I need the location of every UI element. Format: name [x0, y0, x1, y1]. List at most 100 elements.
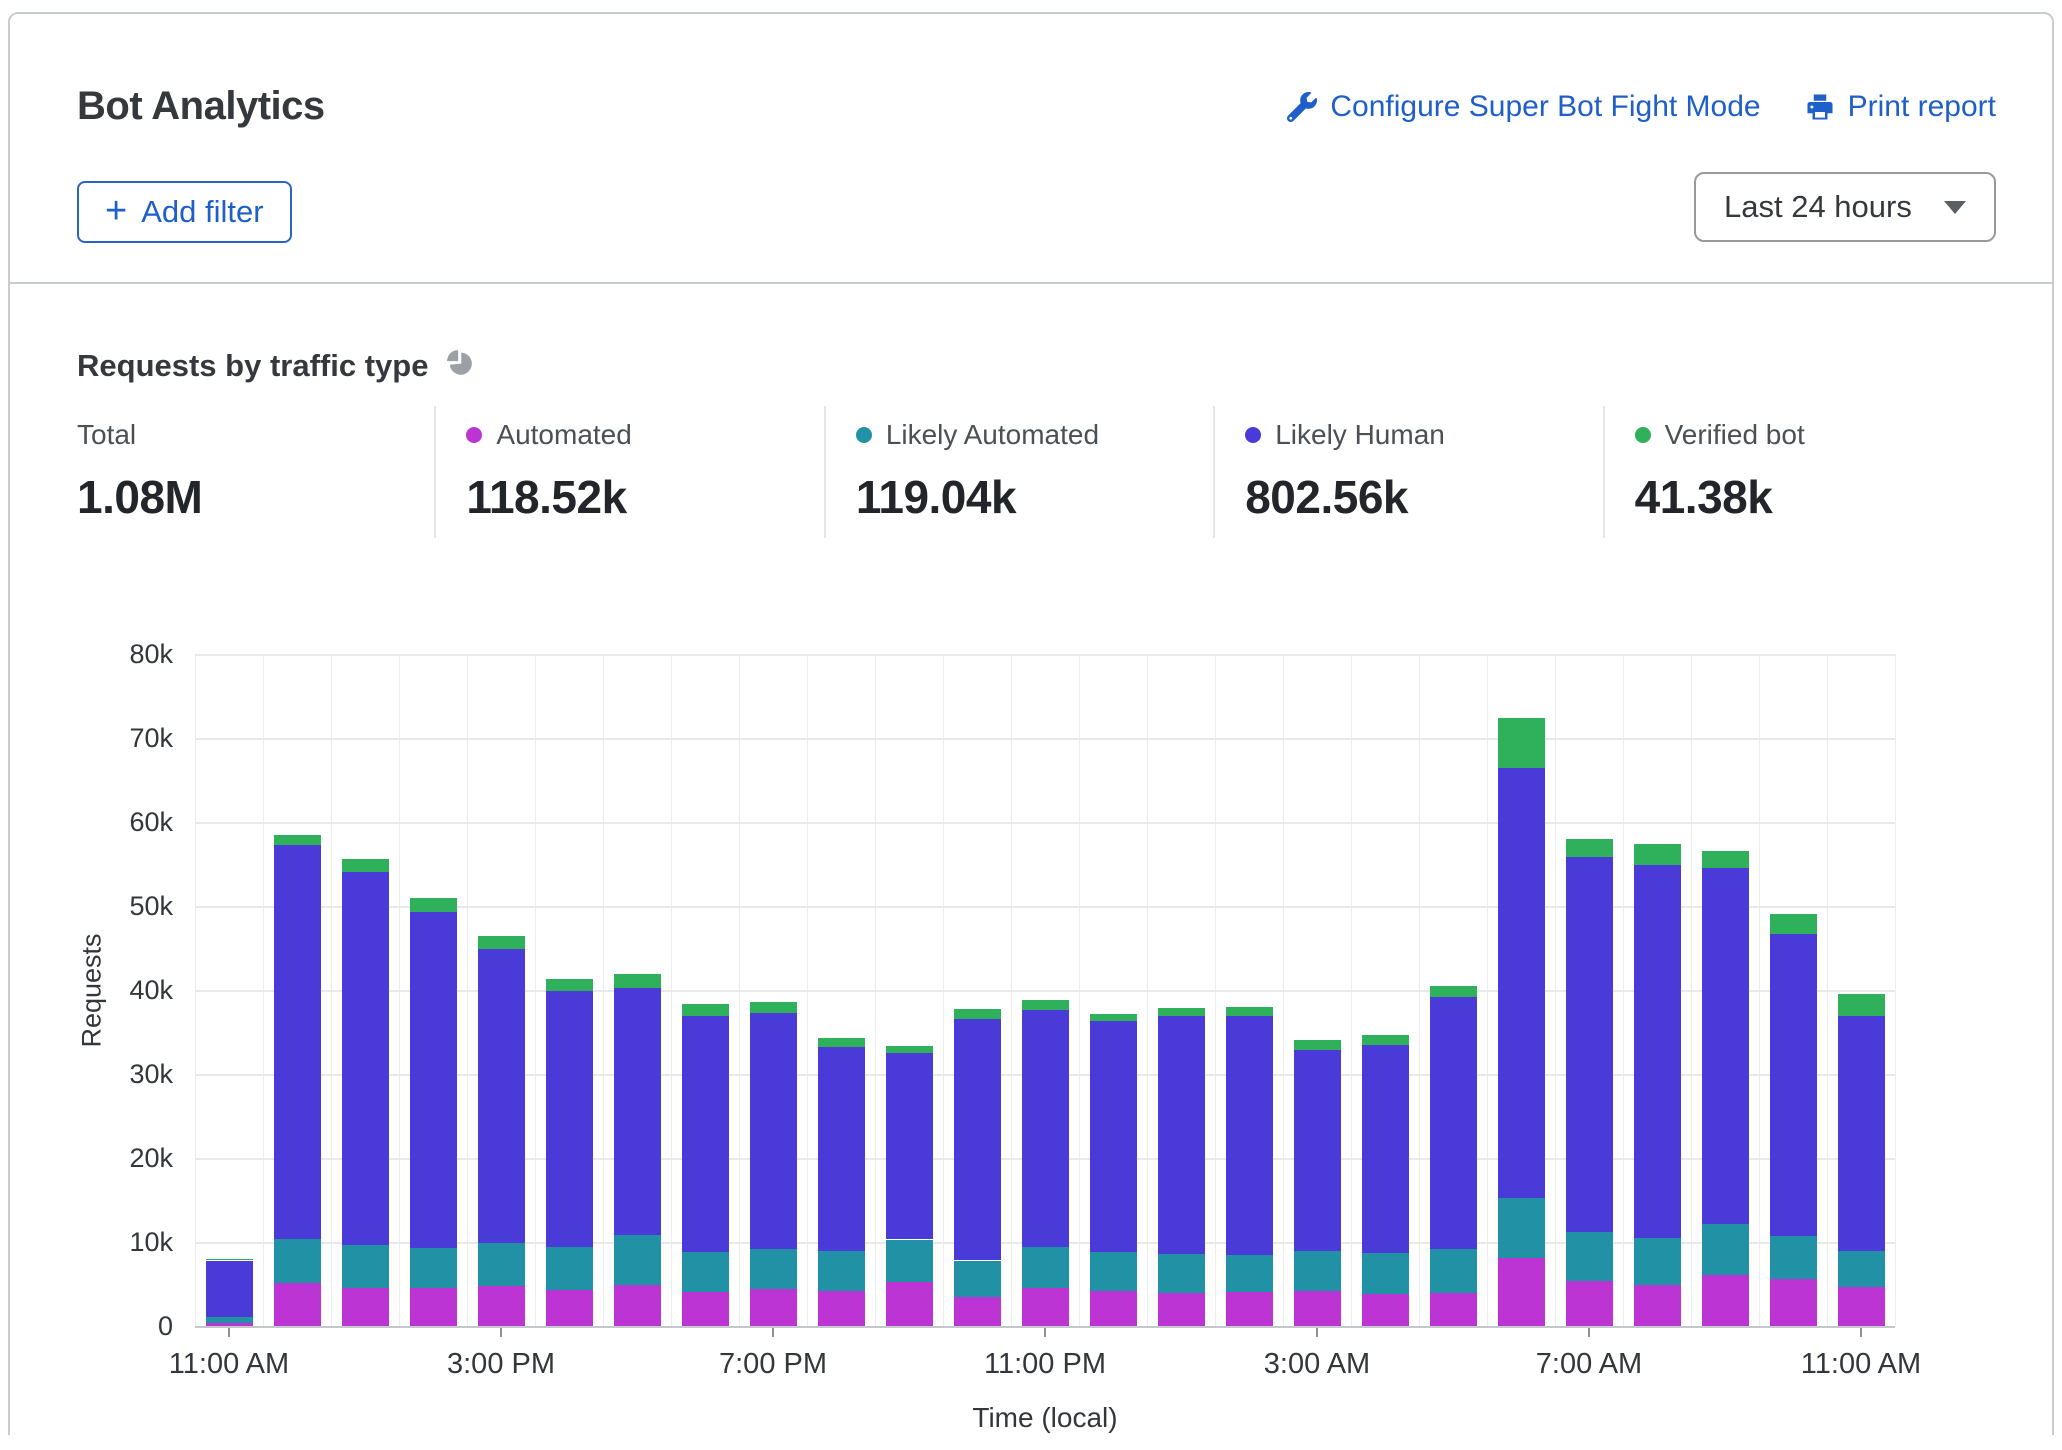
bar-segment-verified-bot[interactable] — [1770, 914, 1817, 933]
bar-segment-likely-automated[interactable] — [546, 1247, 593, 1290]
bar-segment-likely-human[interactable] — [1430, 997, 1477, 1249]
bar-segment-likely-human[interactable] — [1226, 1016, 1273, 1255]
bar-segment-automated[interactable] — [1430, 1293, 1477, 1326]
bar-segment-automated[interactable] — [1770, 1279, 1817, 1326]
bar-segment-verified-bot[interactable] — [682, 1004, 729, 1016]
bar-segment-likely-human[interactable] — [546, 991, 593, 1247]
stat-verified-bot[interactable]: Verified bot41.38k — [1603, 406, 1992, 538]
bar-segment-likely-automated[interactable] — [1498, 1198, 1545, 1258]
bar-segment-automated[interactable] — [1226, 1292, 1273, 1326]
print-report-link[interactable]: Print report — [1805, 90, 1996, 124]
bar-segment-verified-bot[interactable] — [1090, 1014, 1137, 1022]
bar-segment-automated[interactable] — [954, 1297, 1001, 1326]
bar-segment-likely-human[interactable] — [1294, 1050, 1341, 1252]
bar-segment-verified-bot[interactable] — [1838, 994, 1885, 1016]
bar-segment-likely-automated[interactable] — [1294, 1251, 1341, 1290]
bar-segment-verified-bot[interactable] — [1158, 1008, 1205, 1016]
bar-segment-likely-human[interactable] — [1158, 1016, 1205, 1254]
bar-segment-likely-automated[interactable] — [1634, 1238, 1681, 1285]
bar-segment-verified-bot[interactable] — [886, 1046, 933, 1053]
time-range-dropdown[interactable]: Last 24 hours — [1694, 172, 1996, 242]
bar-segment-likely-automated[interactable] — [1226, 1255, 1273, 1292]
bar-segment-likely-human[interactable] — [274, 845, 321, 1239]
bar-segment-verified-bot[interactable] — [614, 974, 661, 988]
bar-segment-likely-human[interactable] — [1702, 868, 1749, 1223]
bar-segment-automated[interactable] — [342, 1288, 389, 1326]
bar-segment-automated[interactable] — [1838, 1287, 1885, 1326]
bar-segment-automated[interactable] — [682, 1292, 729, 1326]
bar-segment-likely-automated[interactable] — [954, 1261, 1001, 1297]
bar-segment-likely-automated[interactable] — [682, 1252, 729, 1292]
bar-segment-verified-bot[interactable] — [1022, 1000, 1069, 1010]
bar-segment-likely-human[interactable] — [478, 949, 525, 1243]
bar-segment-likely-human[interactable] — [954, 1019, 1001, 1261]
bar-segment-automated[interactable] — [478, 1286, 525, 1326]
bar-segment-automated[interactable] — [546, 1290, 593, 1326]
bar-segment-automated[interactable] — [1090, 1291, 1137, 1326]
bar-segment-verified-bot[interactable] — [1498, 718, 1545, 768]
bar-segment-likely-automated[interactable] — [342, 1245, 389, 1288]
bar-segment-likely-automated[interactable] — [206, 1317, 253, 1323]
bar-segment-likely-human[interactable] — [818, 1047, 865, 1251]
bar-segment-likely-human[interactable] — [342, 872, 389, 1245]
bar-segment-likely-automated[interactable] — [1838, 1251, 1885, 1286]
bar-segment-verified-bot[interactable] — [546, 979, 593, 991]
bar-segment-likely-human[interactable] — [614, 988, 661, 1235]
bar-segment-verified-bot[interactable] — [1226, 1007, 1273, 1016]
bar-segment-likely-human[interactable] — [206, 1261, 253, 1317]
bar-segment-verified-bot[interactable] — [818, 1038, 865, 1047]
bar-segment-automated[interactable] — [1362, 1294, 1409, 1326]
bar-segment-likely-human[interactable] — [410, 912, 457, 1248]
bar-segment-automated[interactable] — [750, 1289, 797, 1326]
stat-automated[interactable]: Automated118.52k — [434, 406, 823, 538]
bar-segment-automated[interactable] — [614, 1285, 661, 1326]
bar-segment-likely-automated[interactable] — [478, 1243, 525, 1286]
bar-segment-verified-bot[interactable] — [206, 1259, 253, 1261]
stat-likely-human[interactable]: Likely Human802.56k — [1213, 406, 1602, 538]
bar-segment-likely-automated[interactable] — [1158, 1254, 1205, 1293]
bar-segment-likely-human[interactable] — [1090, 1021, 1137, 1252]
bar-segment-verified-bot[interactable] — [1362, 1035, 1409, 1046]
bar-segment-likely-automated[interactable] — [274, 1239, 321, 1284]
bar-segment-automated[interactable] — [1702, 1275, 1749, 1326]
bar-segment-likely-automated[interactable] — [818, 1251, 865, 1290]
add-filter-button[interactable]: + Add filter — [77, 181, 292, 243]
bar-segment-automated[interactable] — [1022, 1288, 1069, 1326]
bar-segment-likely-automated[interactable] — [1090, 1252, 1137, 1291]
bar-segment-likely-human[interactable] — [750, 1013, 797, 1249]
bar-segment-likely-automated[interactable] — [1702, 1224, 1749, 1275]
bar-segment-verified-bot[interactable] — [1430, 986, 1477, 997]
bar-segment-likely-automated[interactable] — [1566, 1232, 1613, 1281]
bar-segment-automated[interactable] — [410, 1288, 457, 1326]
bar-segment-verified-bot[interactable] — [750, 1002, 797, 1013]
bar-segment-likely-human[interactable] — [682, 1016, 729, 1252]
bar-segment-likely-automated[interactable] — [1022, 1247, 1069, 1288]
bar-segment-likely-automated[interactable] — [410, 1248, 457, 1288]
bar-segment-likely-automated[interactable] — [1362, 1253, 1409, 1294]
configure-super-bot-fight-mode-link[interactable]: Configure Super Bot Fight Mode — [1287, 90, 1760, 124]
bar-segment-likely-automated[interactable] — [750, 1249, 797, 1289]
stat-likely-automated[interactable]: Likely Automated119.04k — [824, 406, 1213, 538]
bar-segment-automated[interactable] — [886, 1282, 933, 1326]
bar-segment-verified-bot[interactable] — [274, 835, 321, 845]
bar-segment-automated[interactable] — [1634, 1285, 1681, 1326]
bar-segment-likely-human[interactable] — [1498, 768, 1545, 1198]
bar-segment-likely-automated[interactable] — [886, 1240, 933, 1283]
bar-segment-likely-human[interactable] — [1022, 1010, 1069, 1247]
bar-segment-automated[interactable] — [1498, 1258, 1545, 1326]
bar-segment-verified-bot[interactable] — [478, 936, 525, 949]
bar-segment-automated[interactable] — [1566, 1281, 1613, 1326]
bar-segment-likely-human[interactable] — [886, 1053, 933, 1239]
bar-segment-verified-bot[interactable] — [342, 859, 389, 872]
bar-segment-likely-human[interactable] — [1566, 857, 1613, 1232]
bar-segment-automated[interactable] — [1158, 1293, 1205, 1326]
bar-segment-automated[interactable] — [274, 1283, 321, 1326]
bar-segment-verified-bot[interactable] — [1566, 839, 1613, 857]
bar-segment-verified-bot[interactable] — [1634, 844, 1681, 865]
bar-segment-likely-automated[interactable] — [614, 1235, 661, 1285]
bar-segment-likely-human[interactable] — [1770, 934, 1817, 1236]
bar-segment-likely-human[interactable] — [1362, 1045, 1409, 1252]
bar-segment-likely-human[interactable] — [1634, 865, 1681, 1238]
bar-segment-automated[interactable] — [818, 1291, 865, 1326]
bar-segment-likely-automated[interactable] — [1770, 1236, 1817, 1279]
